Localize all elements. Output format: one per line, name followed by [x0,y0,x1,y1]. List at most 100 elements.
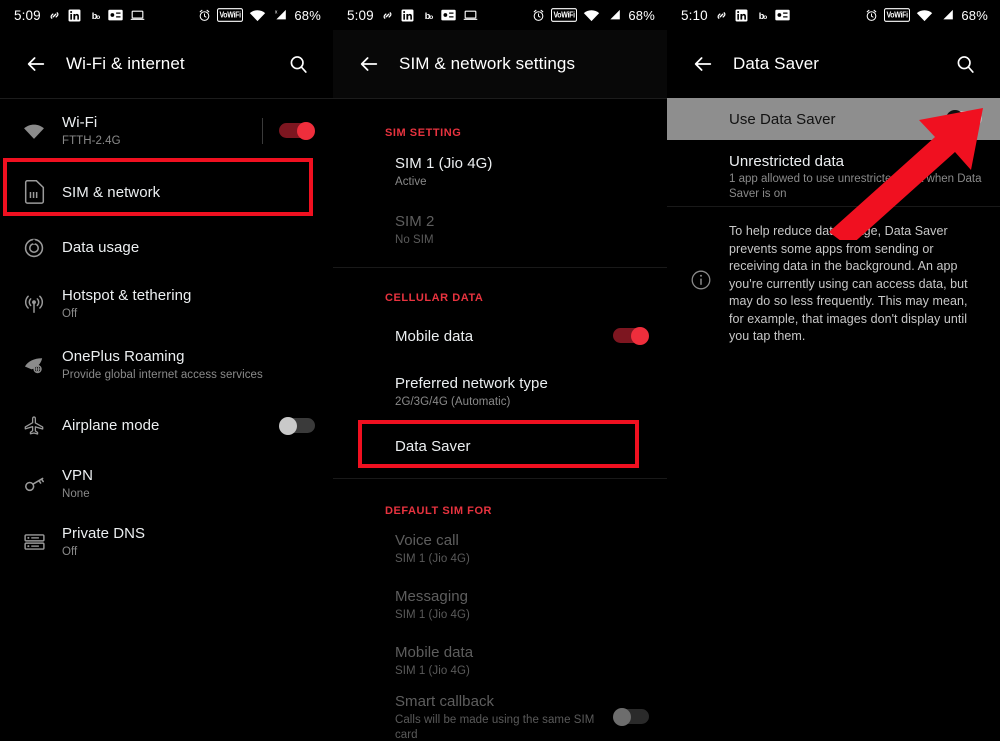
card-icon [775,9,790,21]
row-title: Data usage [62,239,140,256]
sidebar-item-data-usage[interactable]: Data usage [0,221,333,274]
row-text: VPN None [54,466,315,502]
app-bar-panel3: Data Saver [667,30,1000,98]
status-time: 5:09 [14,7,41,23]
sim-card-icon [14,180,54,204]
section-header-cellular-data: CELLULAR DATA [385,292,484,304]
alarm-icon [198,9,211,22]
row-divider-vertical [262,118,263,144]
row-subtitle: Off [62,308,78,320]
screenshot-stage: 5:09 bo VoWiFi x 68% Wi-Fi & internet Wi… [0,0,1000,741]
wifi-icon [916,9,933,22]
row-subtitle: Provide global internet access services [62,369,263,381]
data-usage-icon [14,237,54,259]
row-title: Voice call [395,532,459,549]
bb-icon: bo [421,9,434,22]
info-text: To help reduce data usage, Data Saver pr… [729,224,968,343]
row-subtitle: No SIM [395,234,434,246]
key-icon [14,474,54,494]
list-item-sim1[interactable]: SIM 1 (Jio 4G) Active [333,143,667,201]
use-data-saver-toggle[interactable] [946,110,982,128]
cellular-signal-icon [939,8,955,22]
svg-text:o: o [96,13,100,20]
list-item-mobile-data[interactable]: Mobile data [333,308,667,364]
sidebar-item-oneplus-roaming[interactable]: OnePlus Roaming Provide global internet … [0,334,333,396]
battery-percent: 68% [628,7,655,23]
airplane-mode-toggle[interactable] [279,416,315,435]
mobile-data-toggle[interactable] [613,327,649,345]
row-subtitle: SIM 1 (Jio 4G) [395,609,470,621]
row-title: Airplane mode [62,417,160,434]
sidebar-item-sim-and-network[interactable]: SIM & network [0,163,333,221]
row-title: SIM & network [62,183,161,201]
row-subtitle: SIM 1 (Jio 4G) [395,553,470,565]
back-button-panel2[interactable] [349,44,389,84]
battery-percent: 68% [961,7,988,23]
list-item-messaging[interactable]: Messaging SIM 1 (Jio 4G) [333,577,667,633]
row-title: Preferred network type [395,375,548,392]
list-item-unrestricted-data[interactable]: Unrestricted data 1 app allowed to use u… [667,140,1000,206]
row-subtitle: 1 app allowed to use unrestricted data w… [729,173,982,200]
list-item-sim2[interactable]: SIM 2 No SIM [333,201,667,259]
row-text: Use Data Saver [721,110,946,129]
cellular-signal-icon [606,8,622,22]
dns-icon [14,532,54,552]
sidebar-item-airplane-mode[interactable]: Airplane mode [0,396,333,455]
sidebar-item-hotspot-and-tethering[interactable]: Hotspot & tethering Off [0,274,333,334]
airplane-icon [14,415,54,437]
row-text: Hotspot & tethering Off [54,286,315,322]
row-title: Data Saver [395,437,471,455]
cellular-signal-icon: x [272,8,288,22]
row-text: Preferred network type 2G/3G/4G (Automat… [387,374,649,410]
status-time: 5:09 [347,7,374,23]
bb-icon: bo [88,9,101,22]
linkedin-icon [401,9,414,22]
row-text: Mobile data [387,327,613,346]
search-icon[interactable] [946,45,984,83]
row-subtitle: FTTH-2.4G [62,135,121,147]
page-title-panel3: Data Saver [733,54,820,73]
card-icon [108,9,123,21]
list-item-smart-callback[interactable]: Smart callback Calls will be made using … [333,689,667,741]
sidebar-item-wifi[interactable]: Wi-Fi FTTH-2.4G [0,99,333,163]
vowifi-badge: VoWiFi [883,7,911,23]
status-bar-right: VoWiFi 68% [865,8,988,23]
row-title: Unrestricted data [729,153,845,170]
panel-sim-and-network-settings: 5:09 bo VoWiFi 68% SIM & network setting… [333,0,667,741]
status-bar-left: 5:09 bo [347,8,478,23]
list-item-preferred-network-type[interactable]: Preferred network type 2G/3G/4G (Automat… [333,364,667,420]
row-text: Messaging SIM 1 (Jio 4G) [387,587,649,623]
wifi-toggle[interactable] [279,122,315,140]
back-button-panel1[interactable] [16,44,56,84]
row-text: Smart callback Calls will be made using … [387,692,613,741]
row-title: Wi-Fi [62,114,98,131]
row-title: Mobile data [395,644,474,661]
app-bar-panel1: Wi-Fi & internet [0,30,333,98]
row-text: Private DNS Off [54,524,315,560]
status-bar-left: 5:09 bo [14,8,145,23]
search-icon[interactable] [279,45,317,83]
sidebar-item-private-dns[interactable]: Private DNS Off [0,513,333,571]
panel-wifi-and-internet: 5:09 bo VoWiFi x 68% Wi-Fi & internet Wi… [0,0,333,741]
sidebar-item-vpn[interactable]: VPN None [0,455,333,513]
wifi-icon [249,9,266,22]
row-subtitle: 2G/3G/4G (Automatic) [395,396,511,408]
status-bar-panel2: 5:09 bo VoWiFi 68% [333,0,667,30]
smart-callback-toggle[interactable] [613,708,649,726]
row-title: Use Data Saver [729,110,836,128]
list-item-data-saver[interactable]: Data Saver [333,420,667,472]
battery-percent: 68% [294,7,321,23]
page-title-panel2: SIM & network settings [399,54,576,73]
list-item-use-data-saver[interactable]: Use Data Saver [667,98,1000,140]
section-header-sim-setting: SIM SETTING [385,127,462,139]
laptop-icon [130,9,145,22]
row-text: SIM 2 No SIM [387,212,649,248]
link-icon [715,9,728,22]
back-button-panel3[interactable] [683,44,723,84]
info-block-data-saver: To help reduce data usage, Data Saver pr… [667,207,1000,346]
list-item-voice-call[interactable]: Voice call SIM 1 (Jio 4G) [333,521,667,577]
row-title: SIM 2 [395,213,435,230]
row-text: Mobile data SIM 1 (Jio 4G) [387,643,649,679]
list-item-default-mobile-data[interactable]: Mobile data SIM 1 (Jio 4G) [333,633,667,689]
row-text: Airplane mode [54,416,279,435]
